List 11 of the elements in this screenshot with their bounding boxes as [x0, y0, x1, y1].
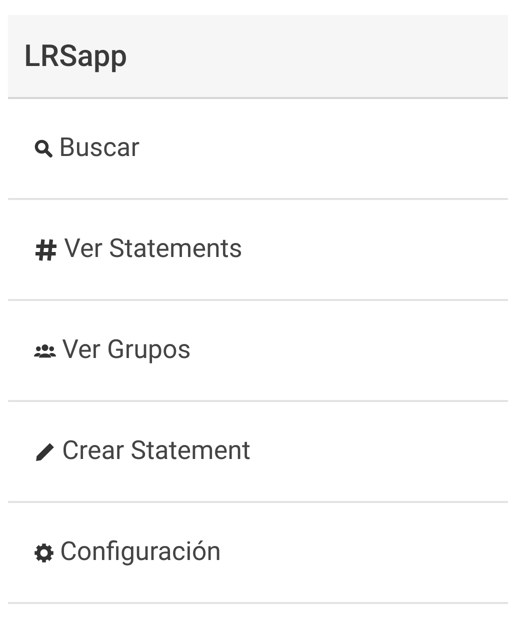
search-icon	[34, 139, 53, 158]
menu-item[interactable]: Buscar	[8, 99, 508, 200]
menu-item[interactable]: Ver Grupos	[8, 301, 508, 402]
app-title: LRSapp	[24, 38, 128, 76]
group-icon	[34, 342, 56, 358]
pencil-icon	[34, 440, 56, 462]
gear-icon	[34, 542, 54, 562]
menu-item[interactable]: Configuración	[8, 503, 508, 604]
menu-item[interactable]: Ver Statements	[8, 200, 508, 301]
menu-item[interactable]: Crear Statement	[8, 402, 508, 503]
hash-icon	[34, 238, 58, 262]
